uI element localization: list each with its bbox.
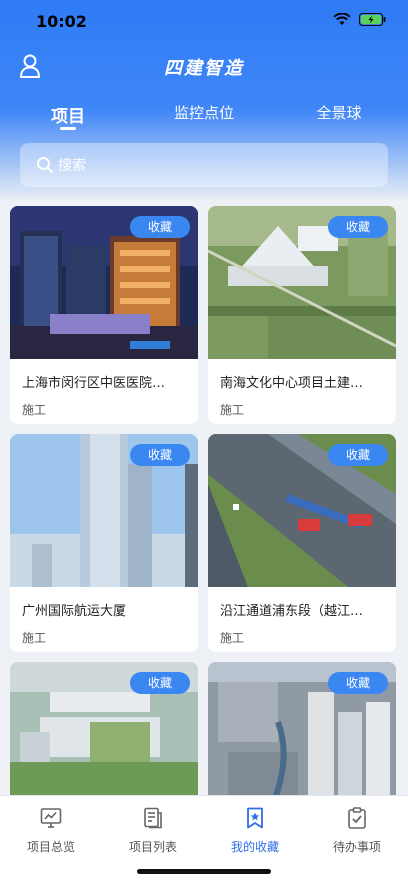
tabbar-item-overview[interactable]: 项目总览 (0, 806, 102, 855)
project-image-culture-center: 收藏 (208, 206, 396, 359)
project-image-riverside-road: 收藏 (208, 434, 396, 587)
tab-label: 项目 (51, 107, 85, 127)
tabbar-label: 我的收藏 (230, 840, 279, 854)
project-image-residential: 收藏 (208, 662, 396, 815)
chart-monitor-icon (40, 808, 62, 828)
search-icon (37, 157, 53, 173)
favorite-button[interactable]: 收藏 (130, 444, 190, 466)
tabbar-label: 项目列表 (128, 840, 177, 854)
search-placeholder: 搜索 (58, 158, 86, 174)
tab-projects[interactable]: 项目 (38, 102, 98, 130)
project-card[interactable]: 收藏 南海文化中心项目土建… 施工 (208, 206, 396, 424)
tabbar-item-todo[interactable]: 待办事项 (306, 806, 408, 855)
favorite-button[interactable]: 收藏 (328, 216, 388, 238)
favorite-button[interactable]: 收藏 (130, 216, 190, 238)
project-title: 沿江通道浦东段（越江… (220, 604, 364, 619)
clipboard-check-icon (348, 807, 366, 829)
project-title: 上海市闵行区中医医院… (22, 376, 166, 391)
app-title: 四建智造 (164, 58, 244, 79)
favorite-button[interactable]: 收藏 (130, 672, 190, 694)
project-image-shipping-tower: 收藏 (10, 434, 198, 587)
active-tab-indicator (60, 127, 76, 130)
project-card[interactable]: 收藏 广州国际航运大厦 施工 (10, 434, 198, 652)
document-list-icon (144, 807, 162, 829)
bookmark-star-icon (247, 807, 263, 829)
project-status: 施工 (220, 631, 245, 645)
status-bar: 10:02 (0, 0, 408, 44)
project-status: 施工 (22, 403, 47, 417)
project-image-campus: 收藏 (10, 662, 198, 815)
project-card[interactable]: 收藏 上海市闵行区中医医院… 施工 (10, 206, 198, 424)
tab-label: 监控点位 (173, 104, 234, 122)
top-tabs: 项目 监控点位 全景球 (0, 102, 408, 134)
project-image-hospital: 收藏 (10, 206, 198, 359)
tabbar-label: 项目总览 (26, 840, 75, 854)
project-title: 南海文化中心项目土建… (220, 376, 364, 391)
status-time: 10:02 (36, 12, 87, 31)
project-card[interactable]: 收藏 沿江通道浦东段（越江… 施工 (208, 434, 396, 652)
tab-panorama[interactable]: 全景球 (306, 102, 372, 123)
tabbar-item-favorites[interactable]: 我的收藏 (204, 806, 306, 855)
project-status: 施工 (22, 631, 47, 645)
project-status: 施工 (220, 403, 245, 417)
battery-icon (359, 13, 386, 26)
status-icons (333, 13, 386, 26)
home-indicator (137, 869, 271, 874)
favorite-button[interactable]: 收藏 (328, 672, 388, 694)
tab-label: 全景球 (316, 104, 362, 122)
tab-monitoring-points[interactable]: 监控点位 (158, 102, 250, 123)
tabbar-item-project-list[interactable]: 项目列表 (102, 806, 204, 855)
search-input[interactable]: 搜索 (20, 143, 388, 187)
tabbar-label: 待办事项 (332, 840, 381, 854)
project-title: 广州国际航运大厦 (22, 604, 127, 619)
wifi-icon (333, 13, 351, 25)
favorite-button[interactable]: 收藏 (328, 444, 388, 466)
